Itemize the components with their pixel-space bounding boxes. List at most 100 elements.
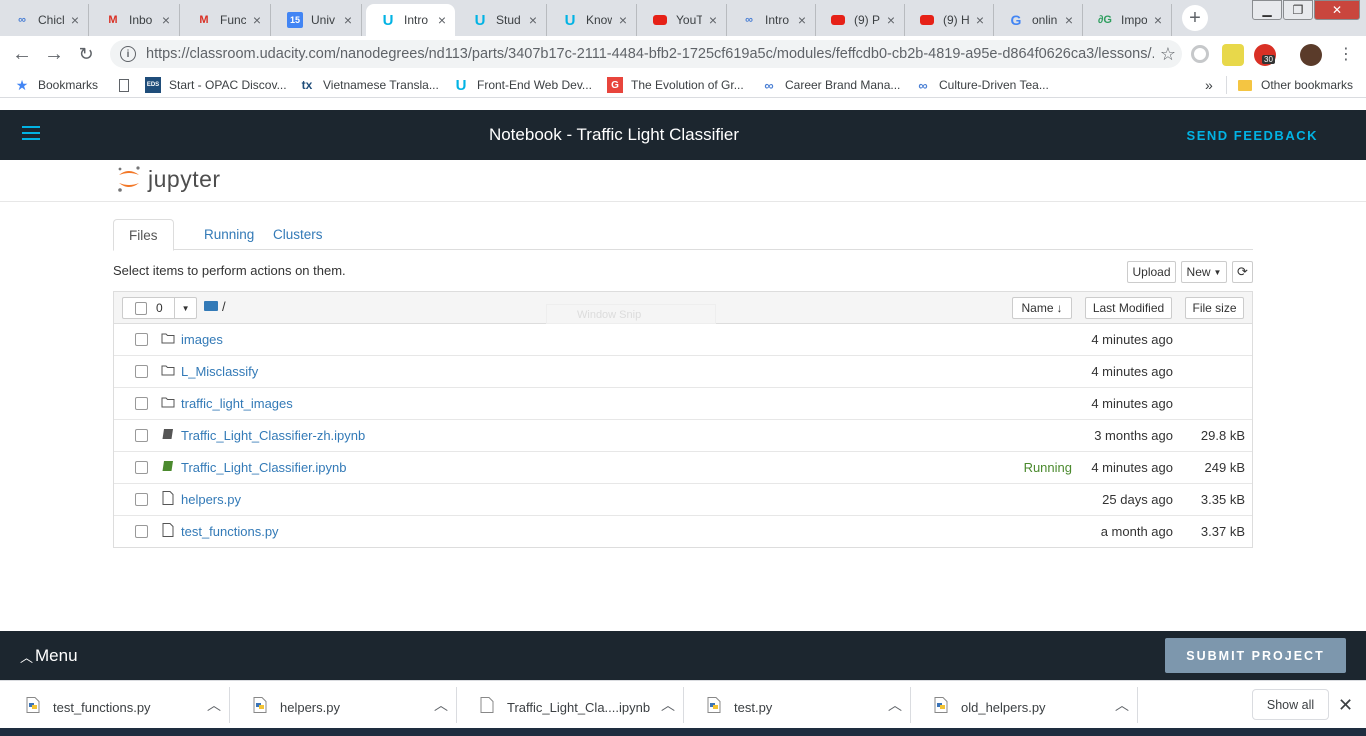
show-all-downloads-button[interactable]: Show all xyxy=(1252,689,1329,720)
bookmark-item[interactable]: G The Evolution of Gr... xyxy=(607,76,744,94)
row-checkbox[interactable] xyxy=(135,461,148,474)
select-all-control[interactable]: 0 ▼ xyxy=(122,297,197,319)
row-checkbox[interactable] xyxy=(135,333,148,346)
browser-tab-active[interactable]: U Intro × xyxy=(366,4,455,36)
table-row[interactable]: Traffic_Light_Classifier-zh.ipynb 3 month… xyxy=(114,420,1252,452)
select-menu-caret-icon[interactable]: ▼ xyxy=(174,298,196,318)
jupyter-logo[interactable]: jupyter xyxy=(116,164,221,194)
close-tab-icon[interactable]: × xyxy=(159,12,173,28)
browser-tab[interactable]: U Stud × xyxy=(458,4,547,36)
table-row[interactable]: traffic_light_images 4 minutes ago xyxy=(114,388,1252,420)
bookmark-item[interactable]: ∞ Career Brand Mana... xyxy=(761,76,900,94)
close-tab-icon[interactable]: × xyxy=(435,12,449,28)
submit-project-button[interactable]: SUBMIT PROJECT xyxy=(1165,638,1346,673)
chevron-up-icon[interactable]: ︿ xyxy=(880,695,910,715)
tab-clusters[interactable]: Clusters xyxy=(258,219,338,250)
close-tab-icon[interactable]: × xyxy=(973,12,987,28)
download-item[interactable]: Traffic_Light_Cla....ipynb ︿ xyxy=(458,687,684,723)
table-row[interactable]: images 4 minutes ago xyxy=(114,324,1252,356)
extension-circle-icon[interactable] xyxy=(1191,45,1209,63)
close-tab-icon[interactable]: × xyxy=(250,12,264,28)
extension-icon[interactable] xyxy=(1222,44,1244,66)
browser-tab[interactable]: (9) P × xyxy=(816,4,905,36)
table-row[interactable]: L_Misclassify 4 minutes ago xyxy=(114,356,1252,388)
bookmark-item[interactable]: U Front-End Web Dev... xyxy=(453,76,592,94)
browser-tab[interactable]: M Inbo × xyxy=(91,4,180,36)
download-item[interactable]: old_helpers.py ︿ xyxy=(912,687,1138,723)
file-name-link[interactable]: Traffic_Light_Classifier-zh.ipynb xyxy=(181,428,365,443)
browser-tab[interactable]: ∞ Intro × xyxy=(727,4,816,36)
sort-by-size-button[interactable]: File size xyxy=(1185,297,1244,319)
download-item[interactable]: helpers.py ︿ xyxy=(231,687,457,723)
new-button[interactable]: New ▼ xyxy=(1181,261,1227,283)
browser-tab[interactable]: G onlin × xyxy=(994,4,1083,36)
close-tab-icon[interactable]: × xyxy=(706,12,720,28)
forward-button[interactable]: → xyxy=(42,42,66,66)
row-checkbox[interactable] xyxy=(135,493,148,506)
download-item[interactable]: test.py ︿ xyxy=(685,687,911,723)
close-tab-icon[interactable]: × xyxy=(1151,12,1165,28)
browser-tab[interactable]: ∂G Impo × xyxy=(1083,4,1172,36)
other-bookmarks[interactable]: Other bookmarks xyxy=(1226,76,1353,94)
row-checkbox[interactable] xyxy=(135,397,148,410)
table-row[interactable]: helpers.py 25 days ago 3.35 kB xyxy=(114,484,1252,516)
browser-tab[interactable]: YouT × xyxy=(638,4,727,36)
sort-by-name-button[interactable]: Name ↓ xyxy=(1012,297,1072,319)
reload-button[interactable]: ↻ xyxy=(74,42,98,66)
browser-tab[interactable]: M Func × xyxy=(182,4,271,36)
bookmark-item[interactable]: ∞ Culture-Driven Tea... xyxy=(915,76,1048,94)
current-path[interactable]: / xyxy=(222,299,226,314)
bookmarks-overflow-button[interactable]: » xyxy=(1205,76,1213,94)
send-feedback-button[interactable]: SEND FEEDBACK xyxy=(1187,128,1318,143)
close-tab-icon[interactable]: × xyxy=(1062,12,1076,28)
close-tab-icon[interactable]: × xyxy=(884,12,898,28)
info-icon[interactable]: i xyxy=(120,46,136,62)
tab-files[interactable]: Files xyxy=(113,219,174,251)
address-bar[interactable]: i https://classroom.udacity.com/nanodegr… xyxy=(110,40,1182,68)
new-tab-button[interactable]: + xyxy=(1182,5,1208,31)
bookmark-item[interactable] xyxy=(116,76,140,94)
bookmark-item[interactable]: ★ Bookmarks xyxy=(14,76,98,94)
row-checkbox[interactable] xyxy=(135,525,148,538)
menu-button[interactable]: ︿ Menu xyxy=(20,646,78,666)
table-row[interactable]: test_functions.py a month ago 3.37 kB xyxy=(114,516,1252,548)
browser-tab[interactable]: 15 Univ × xyxy=(273,4,362,36)
close-tab-icon[interactable]: × xyxy=(68,12,82,28)
select-all-checkbox[interactable] xyxy=(135,301,147,315)
close-tab-icon[interactable]: × xyxy=(795,12,809,28)
bookmark-star-icon[interactable]: ☆ xyxy=(1154,44,1182,65)
browser-tab[interactable]: ∞ Chicl × xyxy=(0,4,89,36)
table-row[interactable]: Traffic_Light_Classifier.ipynb Running 4 m… xyxy=(114,452,1252,484)
bookmark-item[interactable]: EDS Start - OPAC Discov... xyxy=(145,76,287,94)
chevron-up-icon[interactable]: ︿ xyxy=(199,695,229,715)
close-tab-icon[interactable]: × xyxy=(526,12,540,28)
maximize-button[interactable]: ❐ xyxy=(1283,0,1313,20)
refresh-button[interactable]: ⟳ xyxy=(1232,261,1253,283)
close-download-bar-icon[interactable]: ✕ xyxy=(1338,695,1353,716)
close-window-button[interactable]: ✕ xyxy=(1314,0,1360,20)
avatar[interactable] xyxy=(1300,44,1322,66)
row-checkbox[interactable] xyxy=(135,429,148,442)
file-name-link[interactable]: Traffic_Light_Classifier.ipynb xyxy=(181,460,346,475)
file-name-link[interactable]: test_functions.py xyxy=(181,524,279,539)
url-text[interactable]: https://classroom.udacity.com/nanodegree… xyxy=(146,46,1154,62)
chevron-up-icon[interactable]: ︿ xyxy=(1107,695,1137,715)
file-name-link[interactable]: helpers.py xyxy=(181,492,241,507)
extension-badge-icon[interactable]: 30 xyxy=(1254,44,1276,66)
sort-by-modified-button[interactable]: Last Modified xyxy=(1085,297,1172,319)
close-tab-icon[interactable]: × xyxy=(341,12,355,28)
back-button[interactable]: ← xyxy=(10,42,34,66)
browser-tab[interactable]: (9) H × xyxy=(905,4,994,36)
browser-tab[interactable]: U Know × xyxy=(548,4,637,36)
file-name-link[interactable]: images xyxy=(181,332,223,347)
chevron-up-icon[interactable]: ︿ xyxy=(426,695,456,715)
minimize-button[interactable]: ▁ xyxy=(1252,0,1282,20)
file-name-link[interactable]: L_Misclassify xyxy=(181,364,258,379)
upload-button[interactable]: Upload xyxy=(1127,261,1176,283)
browser-menu-icon[interactable]: ⋮ xyxy=(1334,42,1358,66)
file-name-link[interactable]: traffic_light_images xyxy=(181,396,293,411)
close-tab-icon[interactable]: × xyxy=(616,12,630,28)
download-item[interactable]: test_functions.py ︿ xyxy=(4,687,230,723)
bookmark-item[interactable]: tx Vietnamese Transla... xyxy=(299,76,439,94)
chevron-up-icon[interactable]: ︿ xyxy=(653,695,683,715)
